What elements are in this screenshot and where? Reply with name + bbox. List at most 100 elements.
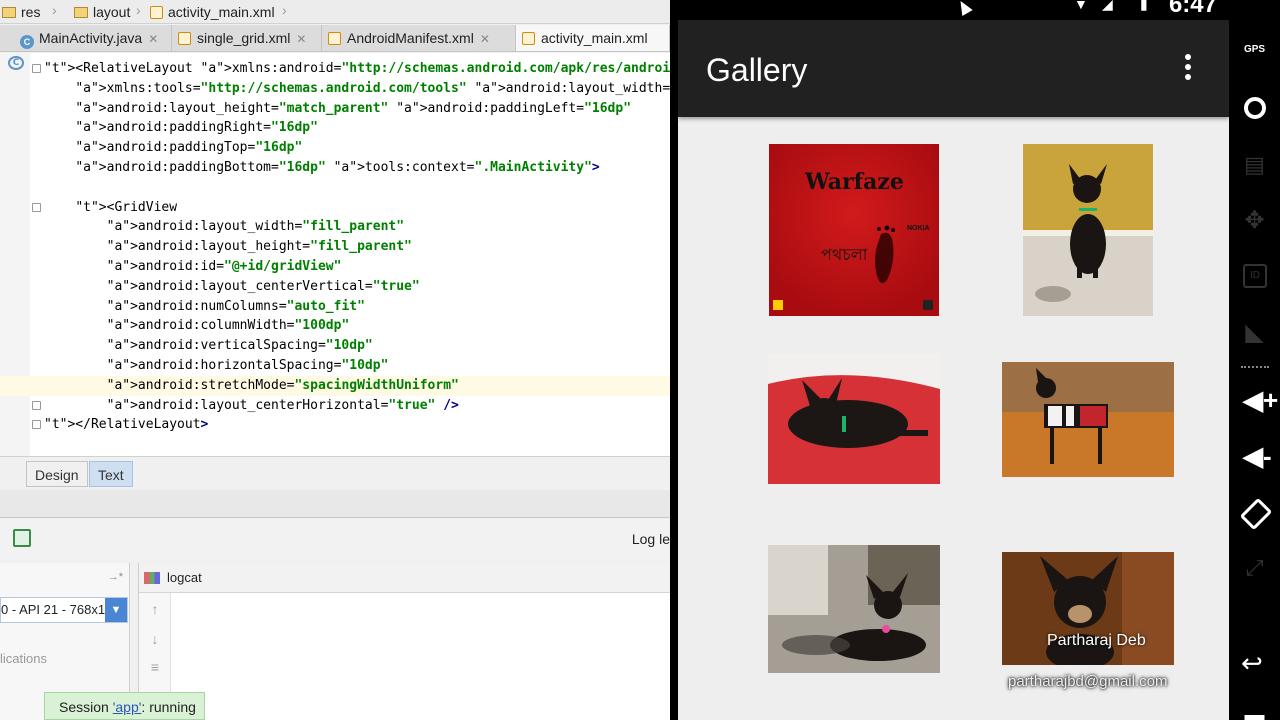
scroll-down-icon[interactable]: ↓ <box>147 631 163 647</box>
code-line[interactable]: "t"></RelativeLayout> <box>0 415 670 435</box>
pin-icon[interactable]: →* <box>108 571 123 583</box>
gallery-item-chihuahua-standing[interactable] <box>1023 144 1153 316</box>
android-studio-ide: res › layout › activity_main.xml › C Main… <box>0 0 670 720</box>
logcat-header: logcat <box>139 563 670 593</box>
breadcrumb-res[interactable]: res <box>2 3 40 21</box>
code-line[interactable]: "a">android:layout_height="match_parent"… <box>0 99 670 119</box>
panel-divider[interactable] <box>0 490 670 518</box>
fold-marker-icon[interactable] <box>32 420 41 430</box>
volume-up-icon[interactable]: ◀+ <box>1243 385 1278 416</box>
scroll-up-icon[interactable]: ↑ <box>147 601 163 617</box>
chevron-down-icon[interactable]: ▼ <box>105 598 127 622</box>
code-line[interactable]: "a">android:paddingBottom="16dp" "a">too… <box>0 158 670 178</box>
applications-label: lications <box>0 651 47 666</box>
breadcrumb: res › layout › activity_main.xml › <box>0 0 670 24</box>
close-icon[interactable]: ✕ <box>148 32 158 46</box>
android-emulator-screen: ▼ ◢ ▮ 6:47 Gallery Warfaze পথচলা NOKIA P… <box>678 0 1229 720</box>
xml-file-icon <box>150 6 163 19</box>
code-line[interactable]: "a">android:verticalSpacing="10dp" <box>0 336 670 356</box>
status-bar: ▼ ◢ ▮ 6:47 <box>678 0 1229 20</box>
album-title: Warfaze <box>804 169 904 195</box>
android-monitor-header: Log le <box>0 519 670 559</box>
rotate-icon[interactable] <box>1239 497 1273 531</box>
logcat-title[interactable]: logcat <box>167 570 202 585</box>
code-line[interactable]: "a">android:stretchMode="spacingWidthUni… <box>0 375 670 396</box>
java-class-icon: C <box>20 35 34 49</box>
battery-icon: ▮ <box>1140 0 1148 12</box>
emulator-controls: GPS ▤ ✥ ID ◣ ◀+ ◀- ⤢ ↩ ▬ <box>1229 0 1280 720</box>
code-line[interactable]: "a">android:horizontalSpacing="10dp" <box>0 356 670 376</box>
breadcrumb-separator-icon: › <box>136 2 141 18</box>
album-brand: NOKIA <box>907 225 930 232</box>
gps-button[interactable]: GPS <box>1229 44 1280 55</box>
clock: 6:47 <box>1168 0 1217 18</box>
editor-mode-tabs: Design Text <box>0 456 670 490</box>
code-line[interactable]: "a">android:layout_width="fill_parent" <box>0 217 670 237</box>
breadcrumb-file[interactable]: activity_main.xml <box>150 3 275 21</box>
label-logo-icon <box>773 300 783 310</box>
dpad-icon[interactable]: ✥ <box>1229 206 1280 235</box>
code-content[interactable]: "t"><RelativeLayout "a">xmlns:android="h… <box>0 59 670 435</box>
signal-icon: ◢ <box>1102 0 1113 12</box>
media-icon[interactable]: ▤ <box>1229 152 1280 178</box>
xml-file-icon <box>178 32 191 45</box>
tab-text[interactable]: Text <box>89 461 133 487</box>
fold-marker-icon[interactable] <box>32 400 41 410</box>
divider <box>1241 366 1269 368</box>
rss-icon[interactable]: ◣ <box>1229 318 1280 347</box>
code-line[interactable]: "a">android:paddingTop="16dp" <box>0 138 670 158</box>
gallery-item-warfaze[interactable]: Warfaze পথচলা NOKIA <box>769 144 939 316</box>
wifi-icon: ▼ <box>1074 0 1088 12</box>
gallery-item-chihuahua-lying[interactable] <box>768 545 940 673</box>
volume-down-icon[interactable]: ◀- <box>1243 441 1272 472</box>
code-line[interactable]: "a">android:paddingRight="16dp" <box>0 118 670 138</box>
back-icon[interactable]: ↩ <box>1241 648 1263 679</box>
gallery-item-chihuahua-sweater[interactable] <box>1002 362 1174 477</box>
scale-icon[interactable]: ⤢ <box>1229 555 1280 581</box>
xml-file-icon <box>328 32 341 45</box>
overflow-menu-icon[interactable] <box>1181 54 1195 86</box>
editor-tab-bar: C MainActivity.java ✕ single_grid.xml ✕ And… <box>0 25 670 52</box>
fold-marker-icon[interactable] <box>32 64 41 73</box>
xml-file-icon <box>522 32 535 45</box>
home-icon[interactable]: ▬ <box>1229 704 1280 720</box>
code-line[interactable]: "t"><GridView <box>0 198 670 218</box>
breadcrumb-separator-icon: › <box>282 2 287 18</box>
tab-androidmanifest-xml[interactable]: AndroidManifest.xml ✕ <box>322 25 516 51</box>
log-level-label: Log le <box>631 531 670 547</box>
code-line[interactable]: "a">xmlns:tools="http://schemas.android.… <box>0 79 670 99</box>
session-app-link[interactable]: 'app' <box>113 699 142 715</box>
album-subtitle: পথচলা <box>821 245 868 264</box>
code-line[interactable] <box>0 178 670 198</box>
id-icon[interactable]: ID <box>1243 264 1267 288</box>
code-line[interactable]: "a">android:layout_centerVertical="true" <box>0 277 670 297</box>
code-line[interactable]: "a">android:numColumns="auto_fit" <box>0 297 670 317</box>
device-dropdown[interactable]: 0 - API 21 - 768x1 ▼ <box>0 597 128 623</box>
tab-single-grid-xml[interactable]: single_grid.xml ✕ <box>172 25 322 51</box>
camera-icon[interactable] <box>1244 97 1266 119</box>
logcat-panel: logcat ↑ ↓ ≡ <box>138 563 670 720</box>
tab-activity-main-xml[interactable]: activity_main.xml <box>516 25 670 51</box>
code-line[interactable]: "a">android:layout_centerHorizontal="tru… <box>0 396 670 416</box>
code-line[interactable]: "a">android:id="@+id/gridView" <box>0 257 670 277</box>
code-editor[interactable]: C "t"><RelativeLayout "a">xmlns:android=… <box>0 53 670 456</box>
device-dropdown-value: 0 - API 21 - 768x1 <box>1 602 105 617</box>
folder-icon <box>74 7 88 18</box>
breadcrumb-separator-icon: › <box>52 2 57 18</box>
gallery-item-chihuahua-pillow[interactable] <box>768 354 940 484</box>
fold-marker-icon[interactable] <box>32 202 41 212</box>
restore-layout-icon[interactable] <box>13 529 31 547</box>
session-running-notice: Session 'app': running <box>44 692 205 720</box>
close-icon[interactable]: ✕ <box>296 32 306 46</box>
dog-photo <box>1002 362 1174 477</box>
dog-photo <box>768 545 940 673</box>
code-line[interactable]: "a">android:layout_height="fill_parent" <box>0 237 670 257</box>
soft-wrap-icon[interactable]: ≡ <box>147 659 163 675</box>
code-line[interactable]: "t"><RelativeLayout "a">xmlns:android="h… <box>0 59 670 79</box>
tab-mainactivity-java[interactable]: C MainActivity.java ✕ <box>14 25 172 51</box>
code-line[interactable]: "a">android:columnWidth="100dp" <box>0 316 670 336</box>
close-icon[interactable]: ✕ <box>480 32 490 46</box>
tab-design[interactable]: Design <box>26 461 88 487</box>
breadcrumb-layout[interactable]: layout <box>74 3 130 21</box>
app-bar: Gallery <box>678 20 1229 117</box>
